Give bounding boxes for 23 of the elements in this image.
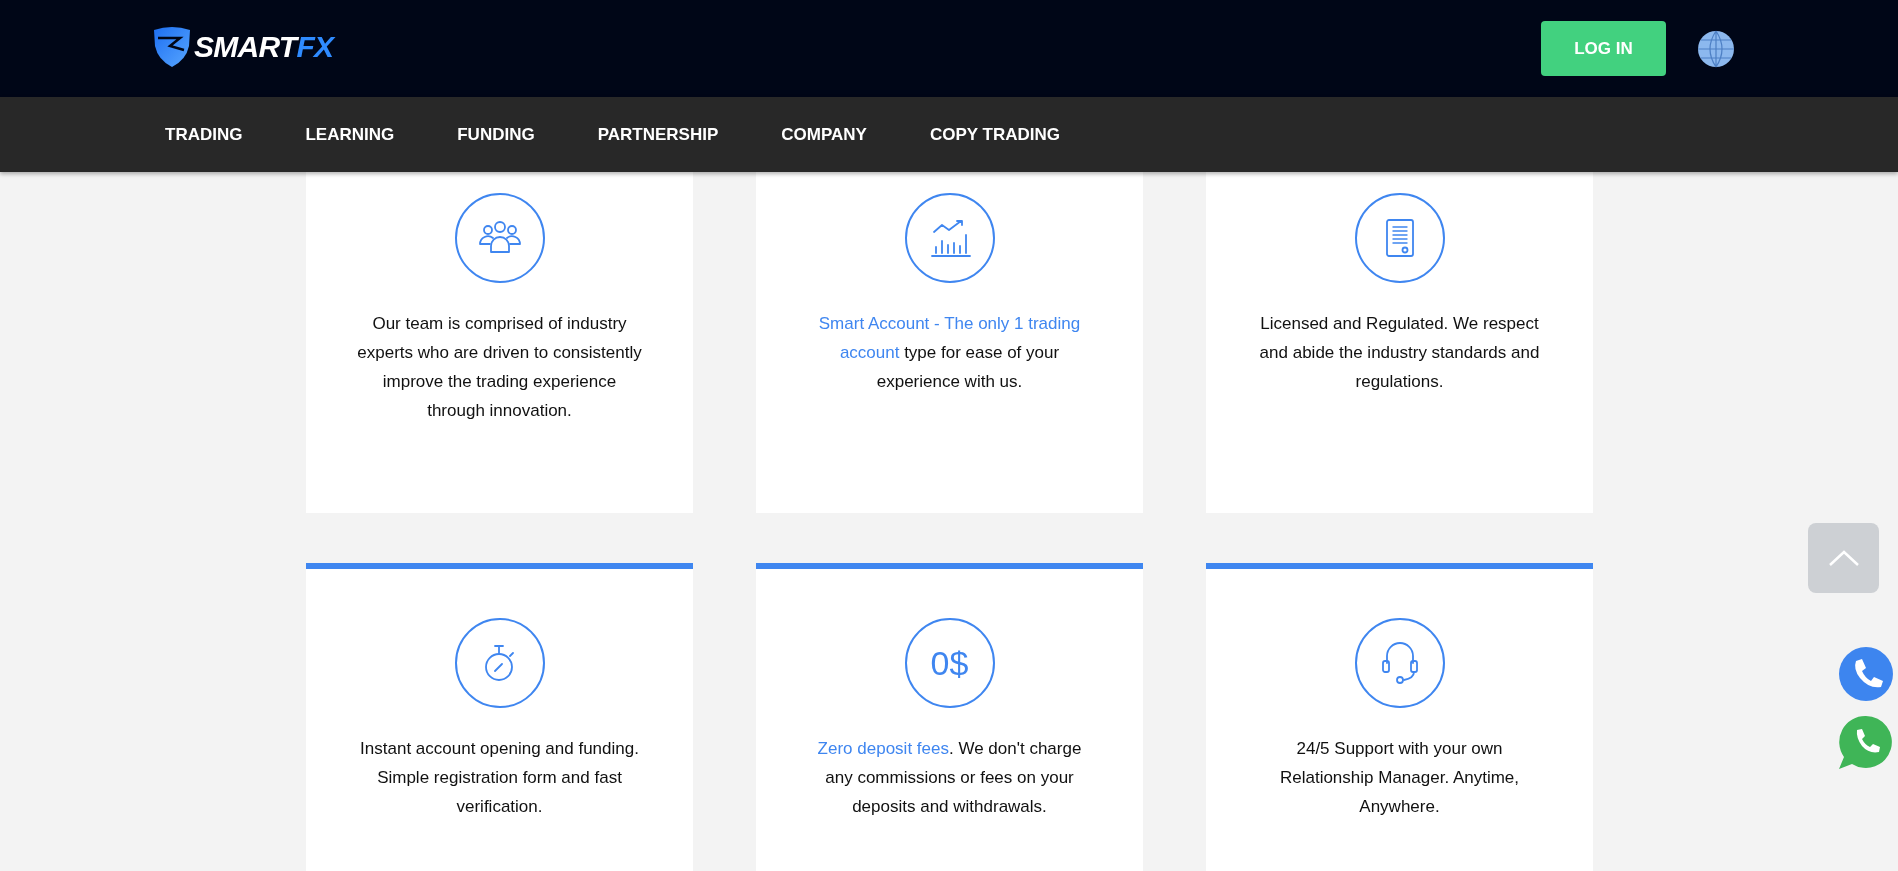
feature-description: 24/5 Support with your own Relationship Manager. Anytime, Anywhere. xyxy=(1278,738,1521,818)
nav-link[interactable]: COMPANY xyxy=(781,121,867,148)
nav-link[interactable]: LEARNING xyxy=(305,121,395,148)
phone-icon[interactable] xyxy=(1839,647,1893,701)
shield-logo-icon xyxy=(152,25,192,68)
feature-description: Instant account opening and funding. Simple registration form and fast verification. xyxy=(359,738,640,818)
people-group-icon xyxy=(477,221,522,255)
globe-icon[interactable] xyxy=(1697,29,1735,68)
feature-description: Zero deposit fees. We don't charge any commissions or fees on your deposits and withdrawals. xyxy=(816,738,1083,818)
feature-description: Licensed and Regulated. We respect and abide the industry standards and regulations. xyxy=(1258,313,1541,393)
feature-description: Smart Account - The only 1 trading account type for ease of your experience with us. xyxy=(817,313,1082,393)
headset-icon xyxy=(1379,641,1420,685)
feature-description: Our team is comprised of industry experts who are driven to consistently improve the trading experience through innovation. xyxy=(356,313,643,422)
chevron-up-icon xyxy=(1827,549,1860,567)
nav-link[interactable]: TRADING xyxy=(165,121,243,148)
document-icon xyxy=(1384,218,1415,258)
logo[interactable]: SMARTFX xyxy=(152,24,334,69)
nav-link[interactable]: FUNDING xyxy=(457,121,535,148)
nav-link[interactable]: PARTNERSHIP xyxy=(597,121,719,148)
nav-link[interactable]: COPY TRADING xyxy=(929,121,1060,148)
logo-text: SMARTFX xyxy=(194,29,334,65)
chat-phone-icon[interactable] xyxy=(1837,714,1893,770)
currency-icon: 0$ xyxy=(930,646,969,680)
